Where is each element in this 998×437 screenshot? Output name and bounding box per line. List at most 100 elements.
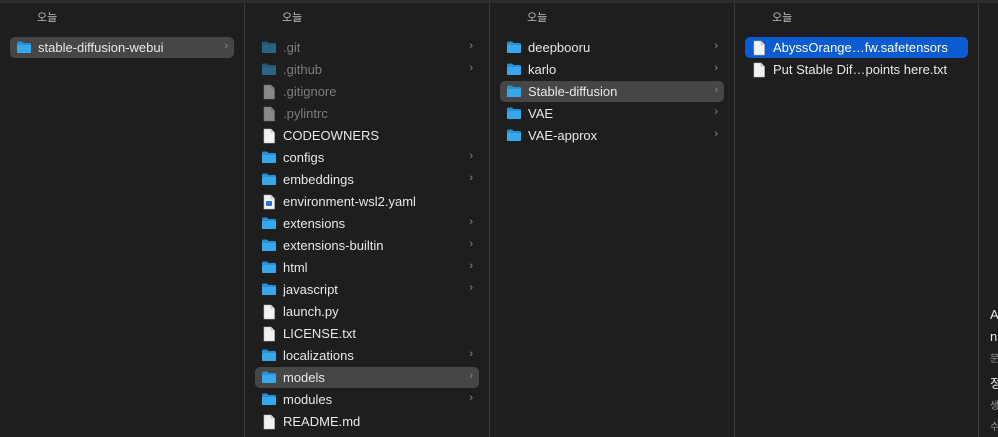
chevron-right-icon: › xyxy=(714,62,718,74)
folder-icon xyxy=(506,62,522,77)
file-item[interactable]: Put Stable Dif…points here.txt xyxy=(745,59,968,80)
item-label: stable-diffusion-webui xyxy=(38,40,164,55)
preview-pane: An문정생수 xyxy=(979,3,998,437)
column-3: 오늘 deepbooru › karlo › Stable-diffusion › VAE › V… xyxy=(490,3,735,437)
folder-item[interactable]: configs › xyxy=(255,147,479,168)
file-item[interactable]: .pylintrc xyxy=(255,103,479,124)
item-label: README.md xyxy=(283,414,361,429)
folder-item[interactable]: models › xyxy=(255,367,479,388)
item-label: launch.py xyxy=(283,304,339,319)
file-item[interactable]: CODEOWNERS xyxy=(255,125,479,146)
column-header: 오늘 xyxy=(735,3,978,29)
date-group-label: 오늘 xyxy=(527,12,548,24)
folder-item[interactable]: modules › xyxy=(255,389,479,410)
preview-text-fragment: A xyxy=(990,307,998,322)
document-icon xyxy=(261,128,277,144)
folder-icon xyxy=(261,62,277,77)
item-label: VAE-approx xyxy=(528,128,598,143)
date-group-label: 오늘 xyxy=(282,12,303,24)
item-label: .gitignore xyxy=(283,84,337,99)
file-item[interactable]: README.md xyxy=(255,411,479,432)
folder-item[interactable]: deepbooru › xyxy=(500,37,724,58)
folder-icon xyxy=(261,282,277,297)
item-label: html xyxy=(283,260,308,275)
folder-icon xyxy=(506,128,522,143)
chevron-right-icon: › xyxy=(469,150,473,162)
column-1: 오늘 stable-diffusion-webui › xyxy=(0,3,245,437)
folder-item[interactable]: .github › xyxy=(255,59,479,80)
folder-icon xyxy=(261,40,277,55)
folder-item[interactable]: .git › xyxy=(255,37,479,58)
item-label: deepbooru xyxy=(528,40,591,55)
preview-text-fragment: 정 xyxy=(990,376,998,391)
item-label: extensions-builtin xyxy=(283,238,384,253)
column-2: 오늘 .git › .github › .gitignore .pylintrc CODEOW… xyxy=(245,3,490,437)
document-icon xyxy=(261,84,277,100)
folder-icon xyxy=(261,348,277,363)
folder-item[interactable]: karlo › xyxy=(500,59,724,80)
item-label: .github xyxy=(283,62,323,77)
folder-icon xyxy=(506,84,522,99)
yaml-file-icon xyxy=(261,194,277,210)
folder-icon xyxy=(506,40,522,55)
item-label: embeddings xyxy=(283,172,354,187)
chevron-right-icon: › xyxy=(469,172,473,184)
chevron-right-icon: › xyxy=(714,40,718,52)
file-item[interactable]: launch.py xyxy=(255,301,479,322)
folder-icon xyxy=(506,106,522,121)
folder-item[interactable]: html › xyxy=(255,257,479,278)
chevron-right-icon: › xyxy=(714,128,718,140)
file-item[interactable]: environment-wsl2.yaml xyxy=(255,191,479,212)
preview-text-fragment: 수 xyxy=(990,422,998,433)
date-group-label: 오늘 xyxy=(772,12,793,24)
file-item[interactable]: AbyssOrange…fw.safetensors xyxy=(745,37,968,58)
folder-item[interactable]: stable-diffusion-webui › xyxy=(10,37,234,58)
item-label: javascript xyxy=(283,282,338,297)
chevron-right-icon: › xyxy=(469,370,473,382)
document-icon xyxy=(261,304,277,320)
item-label: CODEOWNERS xyxy=(283,128,380,143)
chevron-right-icon: › xyxy=(469,62,473,74)
folder-item[interactable]: localizations › xyxy=(255,345,479,366)
folder-icon xyxy=(261,392,277,407)
file-item[interactable]: LICENSE.txt xyxy=(255,323,479,344)
item-label: AbyssOrange…fw.safetensors xyxy=(773,40,948,55)
chevron-right-icon: › xyxy=(469,238,473,250)
item-label: VAE xyxy=(528,106,554,121)
item-label: karlo xyxy=(528,62,557,77)
folder-icon xyxy=(261,216,277,231)
item-label: .pylintrc xyxy=(283,106,328,121)
chevron-right-icon: › xyxy=(469,260,473,272)
chevron-right-icon: › xyxy=(224,40,228,52)
folder-item[interactable]: VAE-approx › xyxy=(500,125,724,146)
chevron-right-icon: › xyxy=(469,282,473,294)
item-label: configs xyxy=(283,150,325,165)
chevron-right-icon: › xyxy=(714,84,718,96)
folder-item[interactable]: embeddings › xyxy=(255,169,479,190)
chevron-right-icon: › xyxy=(469,392,473,404)
file-item[interactable]: .gitignore xyxy=(255,81,479,102)
item-label: modules xyxy=(283,392,333,407)
document-icon xyxy=(261,414,277,430)
chevron-right-icon: › xyxy=(469,216,473,228)
item-label: environment-wsl2.yaml xyxy=(283,194,416,209)
folder-icon xyxy=(261,238,277,253)
folder-item[interactable]: javascript › xyxy=(255,279,479,300)
preview-text-fragment: 문 xyxy=(990,354,998,365)
folder-icon xyxy=(261,370,277,385)
item-label: Stable-diffusion xyxy=(528,84,618,99)
item-label: Put Stable Dif…points here.txt xyxy=(773,62,948,77)
preview-text-fragment: 생 xyxy=(990,401,998,412)
item-label: extensions xyxy=(283,216,346,231)
folder-item[interactable]: extensions › xyxy=(255,213,479,234)
folder-item[interactable]: Stable-diffusion › xyxy=(500,81,724,102)
chevron-right-icon: › xyxy=(469,40,473,52)
document-icon xyxy=(751,40,767,56)
document-icon xyxy=(261,106,277,122)
folder-item[interactable]: VAE › xyxy=(500,103,724,124)
folder-item[interactable]: extensions-builtin › xyxy=(255,235,479,256)
folder-icon xyxy=(261,150,277,165)
document-icon xyxy=(751,62,767,78)
preview-text-fragment: n xyxy=(990,329,998,344)
column-header: 오늘 xyxy=(490,3,734,29)
